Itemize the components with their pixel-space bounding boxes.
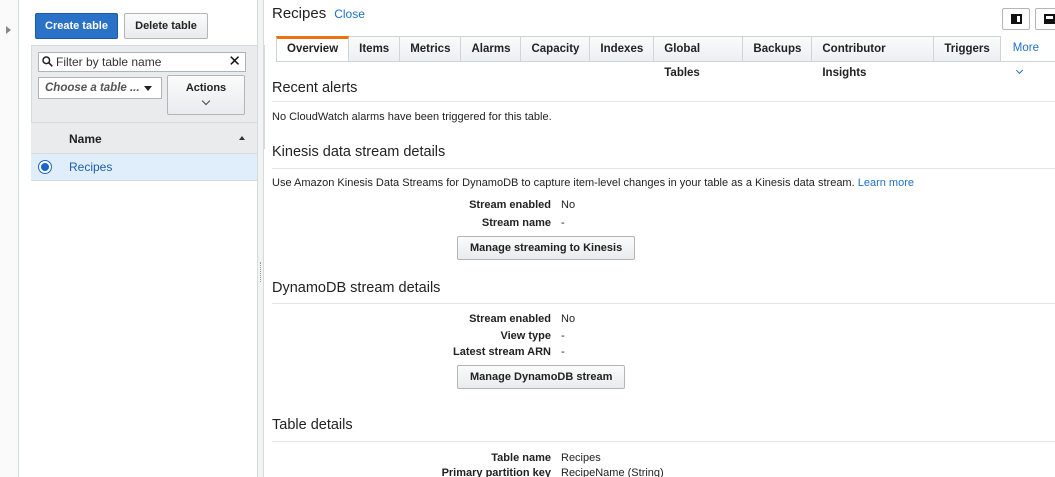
- field-label: View type: [500, 330, 551, 342]
- field-label: Stream name: [481, 217, 551, 229]
- field-label: Stream enabled: [469, 313, 551, 325]
- field-value: -: [561, 217, 565, 229]
- tab-capacity[interactable]: Capacity: [521, 36, 591, 62]
- table-row[interactable]: Recipes: [31, 154, 257, 181]
- tab-global-tables[interactable]: Global Tables: [654, 36, 744, 79]
- kinesis-description: Use Amazon Kinesis Data Streams for Dyna…: [272, 177, 914, 189]
- delete-table-button[interactable]: Delete table: [124, 13, 208, 39]
- table-details-heading: Table details: [272, 417, 353, 433]
- tab-more[interactable]: More: [1001, 36, 1055, 75]
- actions-button[interactable]: Actions: [167, 75, 245, 115]
- filter-field[interactable]: ✕: [38, 52, 246, 72]
- tab-backups[interactable]: Backups: [743, 36, 813, 62]
- recent-alerts-heading: Recent alerts: [272, 80, 358, 96]
- learn-more-link[interactable]: Learn more: [858, 177, 914, 189]
- panel-resizer[interactable]: [257, 0, 264, 477]
- table-title: Recipes: [272, 5, 327, 22]
- kinesis-heading: Kinesis data stream details: [272, 144, 446, 160]
- filter-input[interactable]: [56, 54, 226, 70]
- alerts-text: No CloudWatch alarms have been triggered…: [272, 111, 552, 123]
- field-value: -: [561, 330, 565, 342]
- resize-grip[interactable]: [260, 262, 261, 282]
- field-label: Stream enabled: [469, 199, 551, 211]
- tab-underline: [276, 61, 1055, 62]
- section-divider: [272, 101, 1055, 102]
- clear-icon[interactable]: ✕: [228, 53, 241, 71]
- create-table-button[interactable]: Create table: [35, 13, 118, 39]
- field-value: Recipes: [561, 452, 601, 464]
- actions-label: Actions: [185, 82, 227, 94]
- section-divider: [272, 168, 1055, 169]
- row-radio[interactable]: [39, 161, 51, 173]
- table-header[interactable]: Name: [31, 122, 257, 154]
- choose-table-label: Choose a table ...: [45, 82, 140, 94]
- kinesis-text: Use Amazon Kinesis Data Streams for Dyna…: [272, 177, 855, 189]
- collapsed-nav-rail[interactable]: [0, 0, 19, 477]
- field-label: Primary partition key: [441, 467, 551, 477]
- page-title: Recipes Close: [272, 5, 365, 22]
- chevron-down-icon: [1015, 66, 1023, 75]
- choose-table-select[interactable]: Choose a table ...: [38, 77, 162, 99]
- tab-items[interactable]: Items: [349, 36, 401, 62]
- field-label: Latest stream ARN: [452, 346, 551, 358]
- section-divider: [272, 441, 1055, 442]
- field-value: RecipeName (String): [561, 467, 664, 477]
- manage-kinesis-button[interactable]: Manage streaming to Kinesis: [457, 236, 636, 260]
- field-label: Table name: [491, 452, 551, 464]
- bottom-view-button[interactable]: [1035, 8, 1055, 30]
- section-divider: [272, 303, 1055, 304]
- name-column-header[interactable]: Name: [69, 132, 102, 146]
- tab-indexes[interactable]: Indexes: [590, 36, 655, 62]
- field-value: No: [561, 313, 576, 325]
- dropdown-icon: [144, 86, 152, 91]
- table-detail-panel: Recipes Close Overview Items Metrics Alar…: [265, 0, 1055, 477]
- tab-alarms[interactable]: Alarms: [461, 36, 522, 62]
- table-name-link[interactable]: Recipes: [69, 160, 112, 174]
- chevron-down-icon: [201, 96, 211, 106]
- sort-asc-icon[interactable]: [239, 136, 245, 140]
- field-value: -: [561, 346, 565, 358]
- expand-rail-icon[interactable]: [6, 26, 11, 34]
- close-link[interactable]: Close: [334, 7, 365, 21]
- table-list-panel: Create table Delete table ✕ Choose a tab…: [20, 0, 265, 477]
- more-label: More: [1012, 42, 1039, 54]
- field-value: No: [561, 199, 576, 211]
- split-view-icon: [1011, 14, 1022, 24]
- tab-metrics[interactable]: Metrics: [400, 36, 462, 62]
- tab-bar: Overview Items Metrics Alarms Capacity I…: [276, 36, 1055, 79]
- dynamodb-stream-heading: DynamoDB stream details: [272, 280, 441, 296]
- bottom-view-icon: [1044, 14, 1055, 24]
- tab-triggers[interactable]: Triggers: [934, 36, 1001, 62]
- manage-dynamodb-stream-button[interactable]: Manage DynamoDB stream: [457, 365, 626, 389]
- tab-contributor-insights[interactable]: Contributor Insights: [812, 36, 935, 79]
- tab-overview[interactable]: Overview: [276, 36, 350, 62]
- split-view-button[interactable]: [1002, 8, 1030, 30]
- search-icon: [42, 56, 53, 67]
